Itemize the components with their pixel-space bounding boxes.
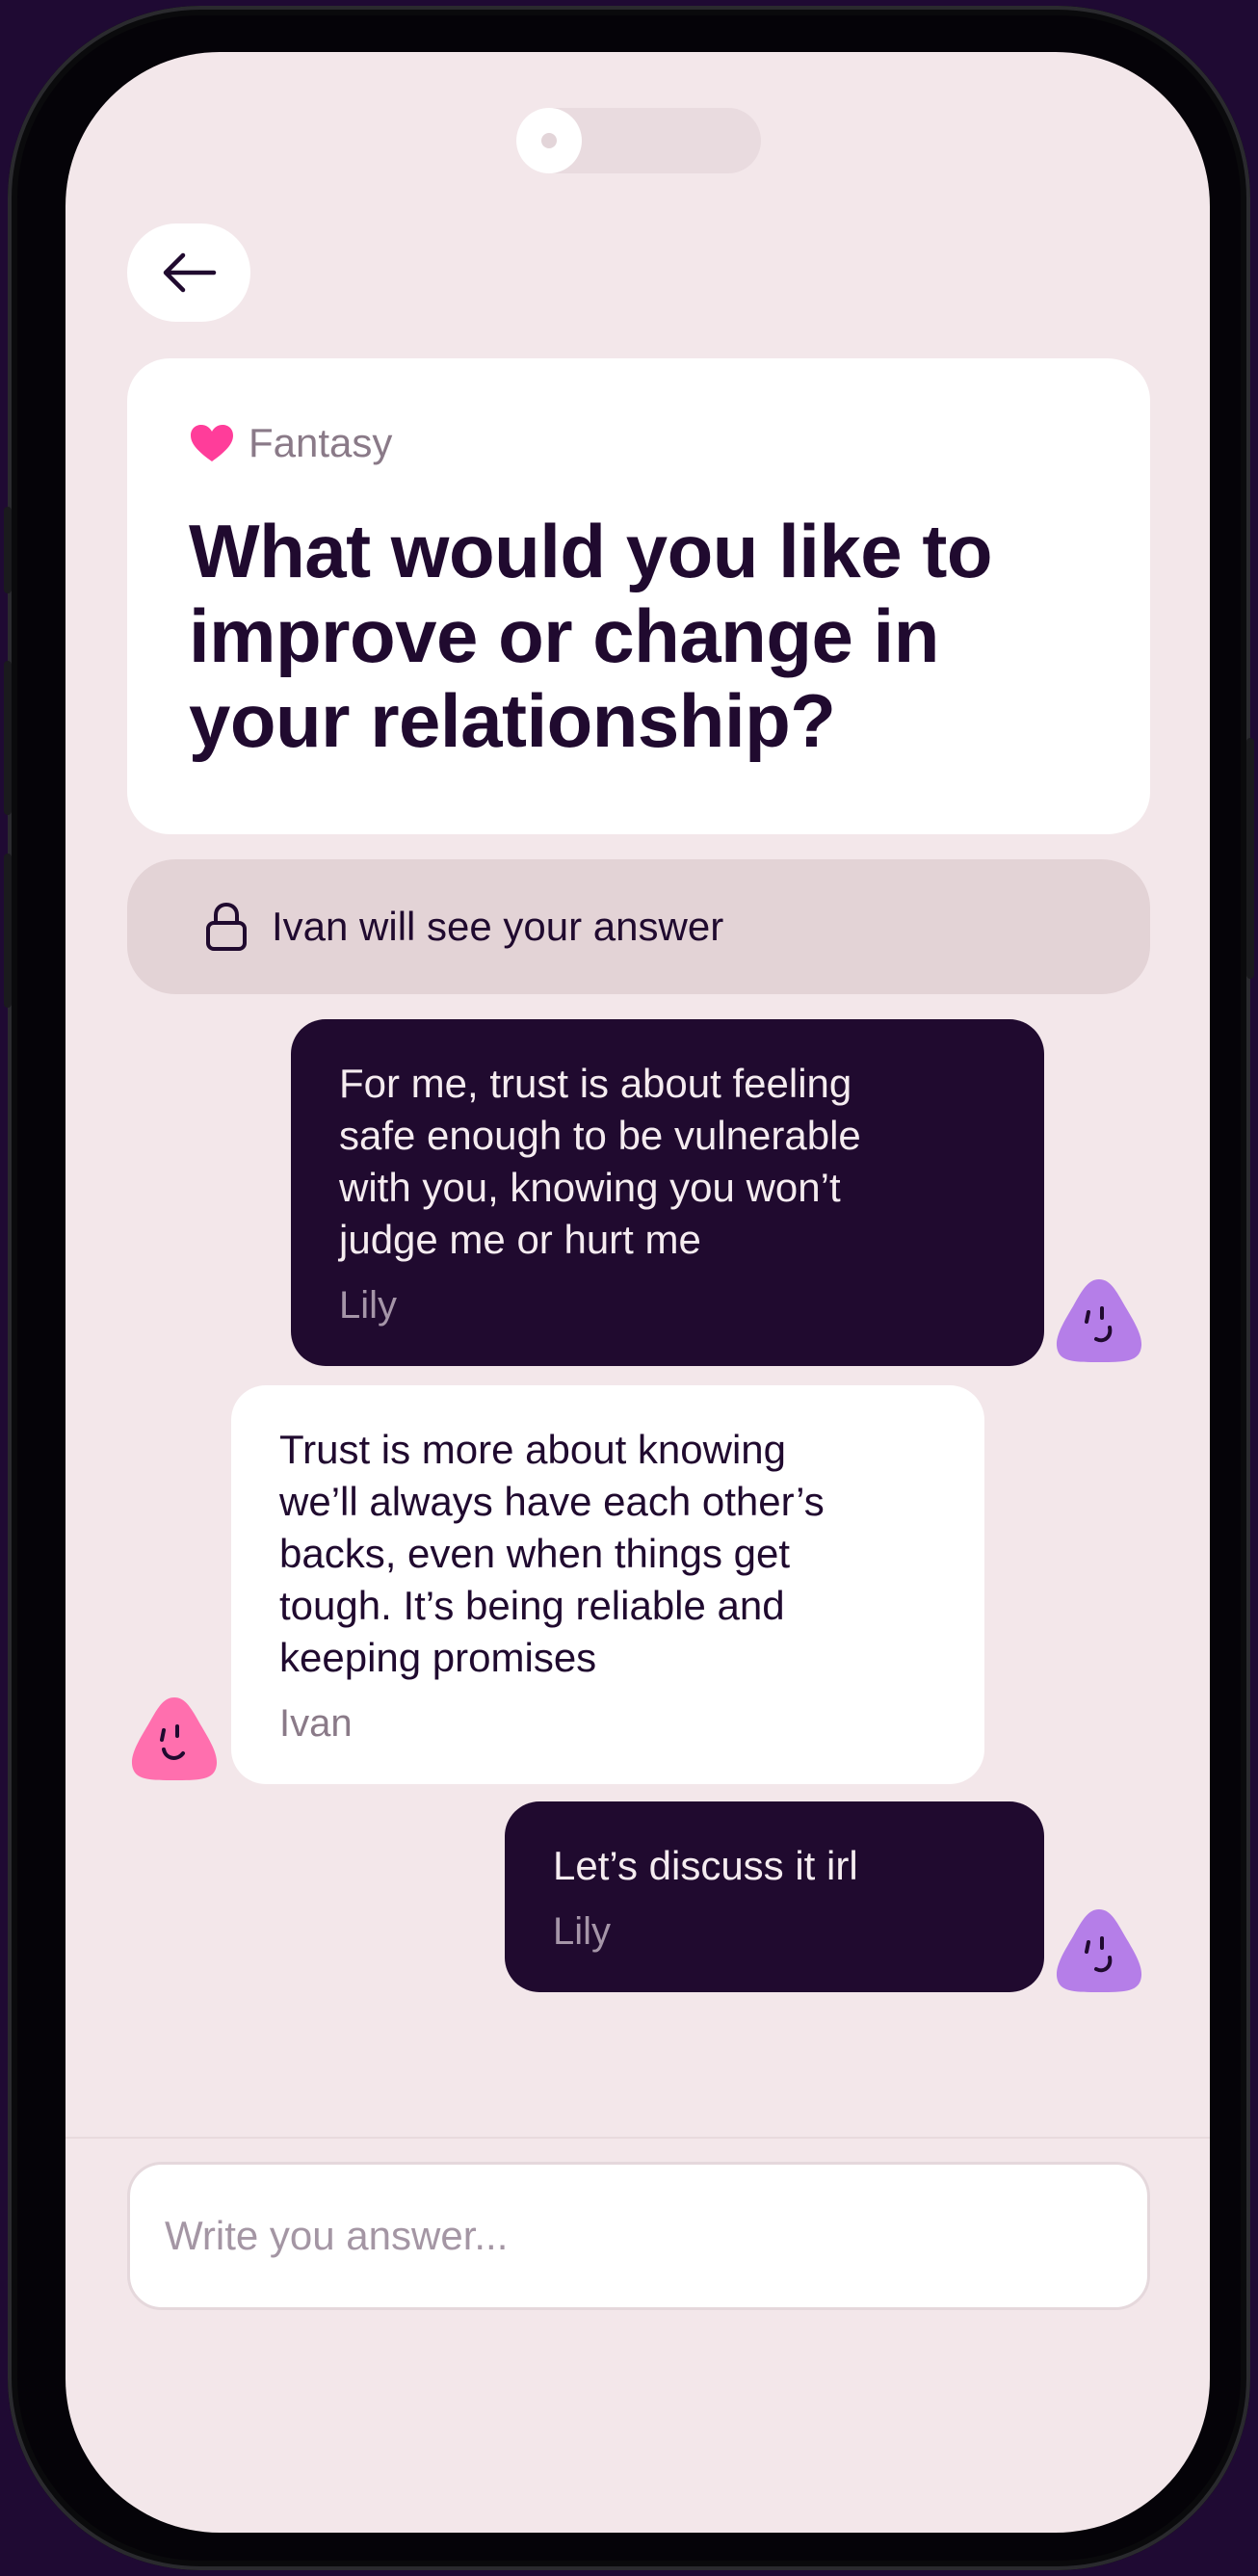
composer-divider: [66, 2137, 1210, 2139]
answer-input[interactable]: [127, 2162, 1150, 2310]
message-author: Ivan: [279, 1702, 353, 1745]
question-title: What would you like to improve or change…: [189, 509, 992, 763]
message-author: Lily: [339, 1284, 398, 1327]
message-text: For me, trust is about feeling safe enou…: [339, 1061, 861, 1262]
message-text: Let’s discuss it irl: [553, 1843, 858, 1888]
mute-switch: [4, 507, 12, 593]
camera-dot-icon: [516, 108, 582, 173]
privacy-banner: Ivan will see your answer: [127, 859, 1150, 994]
category-label: Fantasy: [249, 420, 393, 465]
volume-up-button: [4, 661, 12, 815]
dynamic-island: [516, 108, 761, 173]
arrow-left-icon: [163, 252, 217, 293]
question-card: Fantasy What would you like to improve o…: [127, 358, 1150, 834]
category-tag: Fantasy: [189, 418, 1088, 468]
back-button[interactable]: [127, 223, 250, 322]
message-text: Trust is more about knowing we’ll always…: [279, 1427, 825, 1680]
chat-bubble-lily: For me, trust is about feeling safe enou…: [291, 1019, 1044, 1366]
smiley-blob-icon: [1056, 1279, 1142, 1362]
chat-bubble-ivan: Trust is more about knowing we’ll always…: [231, 1385, 984, 1784]
smiley-blob-icon: [1056, 1909, 1142, 1992]
power-button: [1246, 738, 1254, 979]
heart-icon: [191, 425, 233, 461]
lock-icon: [206, 902, 247, 951]
smiley-blob-icon: [131, 1697, 218, 1780]
chat-bubble-lily: Let’s discuss it irl Lily: [505, 1801, 1044, 1992]
phone-frame: Fantasy What would you like to improve o…: [4, 6, 1254, 2570]
volume-down-button: [4, 854, 12, 1008]
message-author: Lily: [553, 1910, 612, 1953]
privacy-text: Ivan will see your answer: [272, 904, 724, 949]
app-screen: Fantasy What would you like to improve o…: [66, 52, 1210, 2533]
